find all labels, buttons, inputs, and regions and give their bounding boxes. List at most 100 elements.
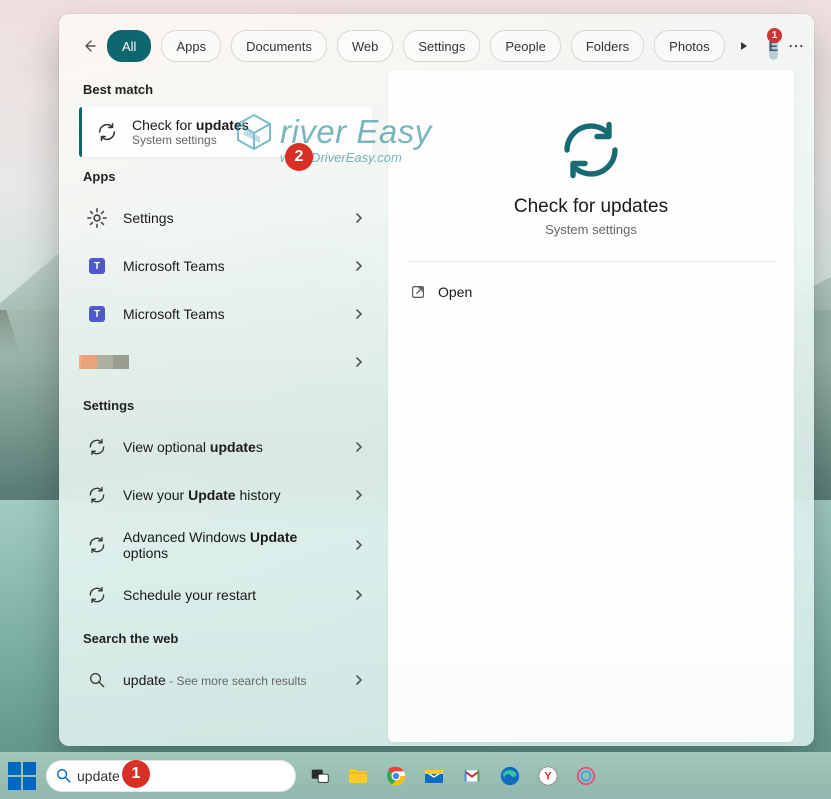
start-button[interactable] [8,762,36,790]
refresh-icon [83,531,111,559]
filter-tab-label: Documents [246,39,312,54]
arrow-left-icon [81,38,97,54]
yandex-icon: Y [537,765,559,787]
gmail-icon [461,765,483,787]
filter-tab-label: All [122,39,136,54]
section-header-settings: Settings [79,386,372,423]
app-result-teams[interactable]: Microsoft Teams [79,290,372,338]
results-list: Best match Check for updates System sett… [79,70,372,742]
settings-result-schedule-restart[interactable]: Schedule your restart [79,571,372,619]
more-filters-button[interactable] [739,35,749,57]
app-result-label: Microsoft Teams [123,306,225,322]
search-filter-bar: All Apps Documents Web Settings People F… [59,14,814,70]
refresh-icon [83,481,111,509]
file-explorer-button[interactable] [344,762,372,790]
filter-tab-people[interactable]: People [490,30,560,62]
settings-result-label: View your Update history [123,487,281,503]
annotation-marker-1: 1 [122,760,150,788]
taskbar-search-input[interactable]: update [46,760,296,792]
chevron-right-icon [354,357,364,367]
app-result-label: Microsoft Teams [123,258,225,274]
filter-tab-label: Settings [418,39,465,54]
section-header-apps: Apps [79,157,372,194]
settings-gear-icon [83,204,111,232]
taskview-icon [309,765,331,787]
chevron-right-icon [354,590,364,600]
divider [406,261,776,262]
back-button[interactable] [81,32,97,60]
edge-icon [499,765,521,787]
section-header-best-match: Best match [79,70,372,107]
settings-result-advanced-update[interactable]: Advanced Windows Update options [79,519,372,571]
refresh-icon [83,581,111,609]
best-match-result[interactable]: Check for updates System settings [79,107,372,157]
app-result-redacted[interactable] [79,338,372,386]
filter-tab-label: Web [352,39,379,54]
teams-icon [83,300,111,328]
filter-tab-settings[interactable]: Settings [403,30,480,62]
pixelated-icon [83,348,111,376]
open-label: Open [438,284,472,300]
chevron-right-icon [354,540,364,550]
preview-open-button[interactable]: Open [406,276,776,308]
play-icon [739,41,749,51]
mail-button[interactable] [420,762,448,790]
search-value: update [77,768,120,784]
copilot-icon [575,765,597,787]
chevron-right-icon [354,261,364,271]
copilot-button[interactable] [572,762,600,790]
chrome-button[interactable] [382,762,410,790]
preview-refresh-icon [406,114,776,186]
web-result-update[interactable]: update - See more search results [79,656,372,704]
best-match-subtitle: System settings [132,133,249,147]
edge-button[interactable] [496,762,524,790]
folder-icon [346,764,370,788]
settings-result-label: Advanced Windows Update options [123,529,313,561]
chevron-right-icon [354,442,364,452]
search-icon [55,767,72,784]
chevron-right-icon [354,490,364,500]
teams-icon [83,252,111,280]
filter-tab-label: Photos [669,39,709,54]
filter-tab-apps[interactable]: Apps [161,30,221,62]
settings-result-label: Schedule your restart [123,587,256,603]
filter-tab-documents[interactable]: Documents [231,30,327,62]
search-icon [83,666,111,694]
best-match-title: Check for updates [132,117,249,133]
refresh-icon [94,119,120,145]
preview-subtitle: System settings [406,222,776,237]
yandex-button[interactable]: Y [534,762,562,790]
filter-tab-label: People [505,39,545,54]
preview-pane: Check for updates System settings Open [388,70,794,742]
settings-result-label: View optional updates [123,439,263,455]
section-header-web: Search the web [79,619,372,656]
filter-tab-label: Folders [586,39,629,54]
annotation-marker-2: 2 [285,143,313,171]
settings-result-update-history[interactable]: View your Update history [79,471,372,519]
filter-tab-web[interactable]: Web [337,30,394,62]
options-button[interactable]: ⋯ [788,34,806,58]
mail-icon [422,764,446,788]
app-result-label: Settings [123,210,174,226]
user-avatar[interactable]: E 1 [769,32,778,60]
filter-tab-label: Apps [176,39,206,54]
refresh-icon [83,433,111,461]
filter-tab-all[interactable]: All [107,30,151,62]
settings-result-optional-updates[interactable]: View optional updates [79,423,372,471]
windows-logo-icon [8,762,36,790]
gmail-button[interactable] [458,762,486,790]
taskview-button[interactable] [306,762,334,790]
chevron-right-icon [354,213,364,223]
chevron-right-icon [354,675,364,685]
app-result-teams[interactable]: Microsoft Teams [79,242,372,290]
svg-text:Y: Y [544,771,552,783]
ellipsis-icon: ⋯ [788,36,806,56]
app-result-settings[interactable]: Settings [79,194,372,242]
web-result-label: update - See more search results [123,672,307,688]
search-results-popup: All Apps Documents Web Settings People F… [59,14,814,746]
chevron-right-icon [354,309,364,319]
filter-tab-folders[interactable]: Folders [571,30,644,62]
avatar-notification-badge: 1 [767,28,782,43]
filter-tab-photos[interactable]: Photos [654,30,724,62]
badge-count: 1 [772,30,778,41]
